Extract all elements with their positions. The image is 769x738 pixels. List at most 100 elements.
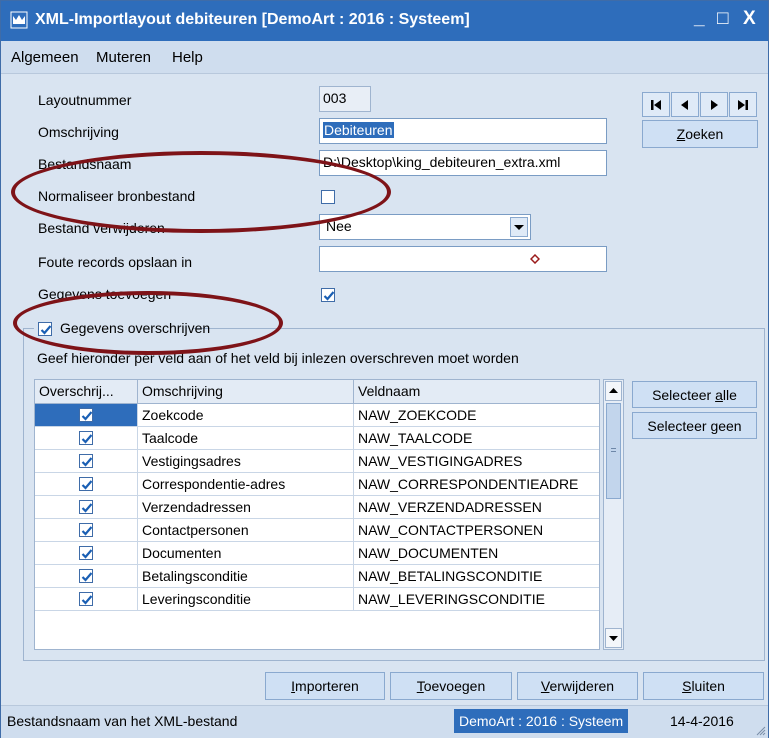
omschrijving-label: Omschrijving	[38, 124, 119, 140]
minimize-button[interactable]: _	[694, 9, 705, 29]
annotation-oval	[13, 291, 283, 355]
omschrijving-cell: Leveringsconditie	[138, 588, 354, 611]
title-bar[interactable]: XML-Importlayout debiteuren [DemoArt : 2…	[1, 1, 768, 41]
checkmark-icon	[81, 480, 93, 490]
dropdown-arrow-icon[interactable]	[510, 217, 528, 237]
table-row[interactable]: Vestigingsadres NAW_VESTIGINGADRES	[35, 450, 599, 473]
table-scrollbar[interactable]	[603, 379, 624, 650]
overschrijven-checkbox[interactable]	[79, 500, 93, 514]
verwijderen-button[interactable]: Verwijderen	[517, 672, 638, 700]
overschrijven-cell[interactable]	[35, 450, 138, 473]
gegevens-toevoegen-checkbox[interactable]	[321, 288, 335, 302]
table-row[interactable]: Documenten NAW_DOCUMENTEN	[35, 542, 599, 565]
layoutnummer-field[interactable]: 003	[319, 86, 371, 112]
overschrijven-cell[interactable]	[35, 542, 138, 565]
scroll-up-button[interactable]	[605, 381, 622, 401]
scroll-down-button[interactable]	[605, 628, 622, 648]
table-row[interactable]: Correspondentie-adres NAW_CORRESPONDENTIE…	[35, 473, 599, 496]
overschrijven-checkbox[interactable]	[79, 477, 93, 491]
veldnaam-cell: NAW_CORRESPONDENTIEADRE	[354, 473, 599, 496]
overschrijven-cell[interactable]	[35, 565, 138, 588]
main-window: XML-Importlayout debiteuren [DemoArt : 2…	[0, 0, 769, 738]
sluiten-label: luiten	[691, 678, 725, 694]
status-date: 14-4-2016	[670, 713, 734, 729]
selecteer-geen-button[interactable]: Selecteer geen	[632, 412, 757, 439]
selecteer-alle-label-b: lle	[722, 387, 737, 403]
overschrijven-checkbox[interactable]	[79, 592, 93, 606]
scroll-thumb[interactable]	[606, 403, 621, 499]
menu-help[interactable]: Help	[172, 49, 203, 66]
checkmark-icon	[81, 434, 93, 444]
veldnaam-cell: NAW_VERZENDADRESSEN	[354, 496, 599, 519]
table-row[interactable]: Leveringsconditie NAW_LEVERINGSCONDITIE	[35, 588, 599, 611]
table-row[interactable]: Betalingsconditie NAW_BETALINGSCONDITIE	[35, 565, 599, 588]
next-record-button[interactable]	[700, 92, 728, 117]
omschrijving-field[interactable]: Debiteuren	[319, 118, 607, 144]
zoeken-label: oeken	[685, 126, 724, 142]
previous-record-button[interactable]	[671, 92, 699, 117]
selecteer-alle-button[interactable]: Selecteer alle	[632, 381, 757, 408]
table-row[interactable]: Verzendadressen NAW_VERZENDADRESSEN	[35, 496, 599, 519]
overschrijven-cell[interactable]	[35, 427, 138, 450]
importeren-label: mporteren	[295, 678, 359, 694]
toevoegen-button[interactable]: Toevoegen	[390, 672, 512, 700]
overschrijven-checkbox[interactable]	[79, 454, 93, 468]
last-record-button[interactable]	[729, 92, 757, 117]
zoeken-button[interactable]: Zoeken	[642, 120, 758, 148]
overschrijven-cell[interactable]	[35, 404, 138, 427]
table-row[interactable]: Zoekcode NAW_ZOEKCODE	[35, 404, 599, 427]
omschrijving-cell: Verzendadressen	[138, 496, 354, 519]
overschrijven-checkbox[interactable]	[79, 408, 93, 422]
importeren-button[interactable]: Importeren	[265, 672, 385, 700]
grip-icon	[611, 448, 616, 452]
menu-algemeen[interactable]: Algemeen	[11, 49, 79, 66]
checkmark-icon	[81, 549, 93, 559]
bestand-verwijderen-select[interactable]: Nee	[319, 214, 531, 240]
overschrijven-checkbox[interactable]	[79, 569, 93, 583]
window-title: XML-Importlayout debiteuren [DemoArt : 2…	[35, 11, 470, 28]
omschrijving-cell: Vestigingsadres	[138, 450, 354, 473]
maximize-button[interactable]: □	[717, 9, 728, 29]
layoutnummer-label: Layoutnummer	[38, 92, 132, 108]
checkmark-icon	[323, 291, 335, 301]
selecteer-alle-mnemonic: a	[715, 387, 723, 403]
column-header-overschrijven[interactable]: Overschrij...	[35, 380, 138, 403]
verwijderen-label: erwijderen	[549, 678, 615, 694]
checkmark-icon	[81, 411, 93, 421]
next-icon	[711, 100, 718, 110]
veldnaam-cell: NAW_ZOEKCODE	[354, 404, 599, 427]
overschrijven-cell[interactable]	[35, 496, 138, 519]
checkmark-icon	[81, 526, 93, 536]
overschrijven-checkbox[interactable]	[79, 546, 93, 560]
checkmark-icon	[81, 572, 93, 582]
velden-table[interactable]: Overschrij... Omschrijving Veldnaam Zoek…	[34, 379, 600, 650]
table-row[interactable]: Taalcode NAW_TAALCODE	[35, 427, 599, 450]
diamond-icon	[530, 254, 540, 264]
column-header-omschrijving[interactable]: Omschrijving	[138, 380, 354, 403]
checkmark-icon	[81, 595, 93, 605]
selecteer-geen-label-b: een	[718, 418, 742, 434]
foute-records-field[interactable]	[319, 246, 607, 272]
first-record-button[interactable]	[642, 92, 670, 117]
column-header-veldnaam[interactable]: Veldnaam	[354, 380, 599, 403]
arrow-down-icon	[609, 636, 618, 641]
close-button[interactable]: X	[743, 9, 756, 29]
toevoegen-label: oevoegen	[423, 678, 486, 694]
first-icon	[651, 100, 661, 110]
last-icon	[738, 100, 748, 110]
resize-grip-icon[interactable]	[756, 726, 766, 736]
overschrijven-cell[interactable]	[35, 519, 138, 542]
table-row[interactable]: Contactpersonen NAW_CONTACTPERSONEN	[35, 519, 599, 542]
arrow-up-icon	[609, 388, 618, 393]
menu-muteren[interactable]: Muteren	[96, 49, 151, 66]
overschrijven-cell[interactable]	[35, 473, 138, 496]
sluiten-button[interactable]: Sluiten	[643, 672, 764, 700]
overschrijven-checkbox[interactable]	[79, 523, 93, 537]
selecteer-geen-label-a: Selecteer	[647, 418, 711, 434]
veldnaam-cell: NAW_LEVERINGSCONDITIE	[354, 588, 599, 611]
selecteer-alle-label-a: Selecteer	[652, 387, 716, 403]
checkmark-icon	[81, 503, 93, 513]
overschrijven-cell[interactable]	[35, 588, 138, 611]
overschrijven-checkbox[interactable]	[79, 431, 93, 445]
crown-icon	[10, 11, 28, 29]
